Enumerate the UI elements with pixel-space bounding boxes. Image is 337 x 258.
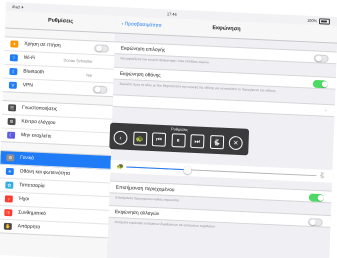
- sidebar-item-label: Ταπετσαρία: [19, 182, 45, 190]
- sidebar-item-label: Γνωστοποιήσεις: [21, 104, 58, 113]
- sidebar-item-label: Μην ενοχλείτε: [20, 132, 52, 140]
- sidebar-item-label: Γενικά: [20, 154, 35, 162]
- typing-feedback-label: Εκφώνηση αλλαγών: [114, 209, 160, 218]
- speak-screen-label: Εκφώνηση οθόνης: [119, 71, 161, 79]
- collapse-icon[interactable]: ‹: [113, 130, 128, 145]
- sidebar-item-toggle[interactable]: [94, 43, 110, 53]
- speaking-rate-row: 🐢 🐇: [110, 159, 333, 183]
- pause-icon[interactable]: ⏸: [171, 133, 186, 148]
- sidebar-item-label: Απόρρητο: [17, 223, 41, 231]
- typing-feedback-toggle[interactable]: [307, 217, 323, 227]
- chevron-right-icon: ›: [324, 107, 327, 114]
- sidebar-item-label: VPN: [22, 82, 33, 89]
- settings-sidebar: Ρυθμίσεις ✈ Χρήση σε πτήση ⌔ Wi-Fi Donau Sch…: [0, 10, 117, 258]
- turtle-icon: 🐢: [116, 164, 125, 171]
- hare-icon: 🐇: [318, 173, 327, 180]
- sidebar-item-value: Donau Schneller: [63, 57, 93, 64]
- close-icon[interactable]: ✕: [228, 135, 243, 151]
- battery-icon: [318, 18, 330, 25]
- sidebar-item-label: Bluetooth: [23, 68, 45, 76]
- faster-speed-icon[interactable]: 🐇: [209, 134, 224, 150]
- sounds-icon: ♪: [4, 195, 13, 203]
- voices-row[interactable]: ›: [112, 94, 335, 118]
- sidebar-item-label: Ήχοι: [18, 195, 30, 203]
- speaking-rate-fill: [126, 166, 188, 171]
- brightness-icon: ☀: [5, 167, 14, 176]
- vpn-icon: V: [8, 81, 17, 89]
- speak-screen-toggle[interactable]: [312, 79, 328, 88]
- status-battery: 100%: [307, 18, 330, 25]
- sidebar-group: ⚙ Γενικά ☀ Οθόνη και φωτεινότητα ✿ Ταπετσαρία…: [0, 149, 112, 239]
- speaking-rate-slider[interactable]: [126, 165, 317, 177]
- slower-speed-icon[interactable]: 🐢: [132, 131, 147, 146]
- highlight-content-toggle[interactable]: [308, 193, 324, 202]
- wifi-icon: ⌔: [9, 54, 18, 62]
- control-center-icon: ⚙: [7, 117, 16, 126]
- passcode-icon: ⚿: [4, 209, 13, 217]
- sidebar-group: ✈ Χρήση σε πτήση ⌔ Wi-Fi Donau Schneller ᛒ Blu…: [2, 36, 116, 98]
- sidebar-group: ☰ Γνωστοποιήσεις ⚙ Κέντρο ελέγχου ☾ Μην ενοχλ…: [0, 100, 113, 148]
- moon-icon: ☾: [7, 131, 16, 139]
- wallpaper-icon: ✿: [5, 181, 14, 189]
- privacy-icon: ✋: [3, 222, 12, 230]
- bluetooth-icon: ᛒ: [9, 67, 18, 76]
- sidebar-item-toggle[interactable]: [92, 84, 108, 94]
- highlight-content-label: Επισήμανση περιεχομένου: [115, 184, 175, 194]
- airplane-icon: ✈: [10, 40, 19, 48]
- speak-selection-toggle[interactable]: [313, 53, 329, 63]
- speaking-rate-thumb[interactable]: [183, 165, 192, 174]
- skip-forward-icon[interactable]: ⏭: [190, 134, 205, 149]
- sidebar-item-label: Οθόνη και φωτεινότητα: [19, 168, 71, 177]
- gear-icon: ⚙: [6, 154, 15, 162]
- sidebar-title: Ρυθμίσεις: [5, 10, 117, 34]
- sidebar-item-value: Nai: [86, 72, 93, 78]
- sidebar-item-label: Συνθηματικό: [18, 209, 46, 217]
- sidebar-item-label: Κέντρο ελέγχου: [21, 118, 56, 126]
- speak-selection-label: Εκφώνηση επιλογής: [120, 45, 166, 54]
- sidebar-item-label: Wi-Fi: [23, 54, 36, 62]
- notifications-icon: ☰: [8, 104, 17, 112]
- skip-back-icon[interactable]: ⏮: [151, 132, 167, 147]
- sidebar-item-label: Χρήση σε πτήση: [24, 41, 61, 49]
